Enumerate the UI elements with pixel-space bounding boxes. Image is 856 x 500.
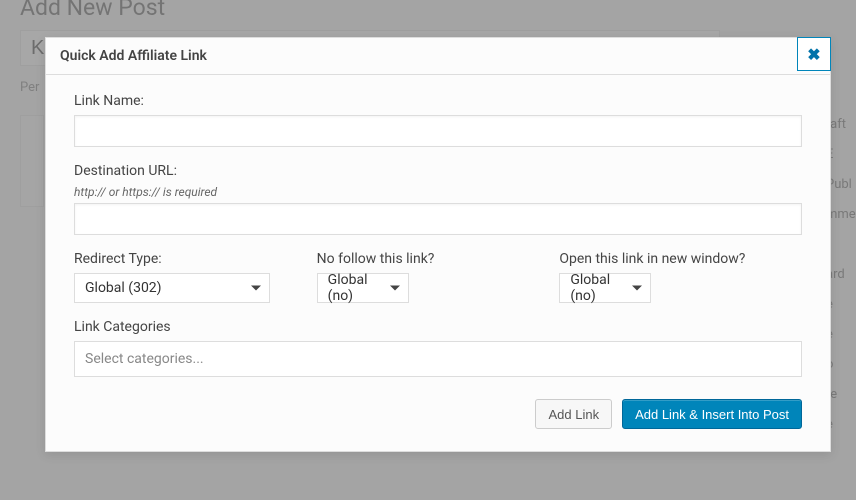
modal-title: Quick Add Affiliate Link [60, 48, 207, 64]
modal-header: Quick Add Affiliate Link ✖ [46, 38, 830, 75]
modal-footer: Add Link Add Link & Insert Into Post [74, 399, 802, 429]
destination-url-hint: http:// or https:// is required [74, 185, 802, 199]
redirect-type-label: Redirect Type: [74, 251, 317, 267]
no-follow-value: Global (no) [328, 272, 380, 304]
new-window-value: Global (no) [570, 272, 622, 304]
link-categories-placeholder: Select categories... [85, 351, 204, 367]
destination-url-input[interactable] [74, 203, 802, 235]
quick-add-affiliate-link-modal: Quick Add Affiliate Link ✖ Link Name: De… [45, 37, 831, 452]
no-follow-select[interactable]: Global (no) [317, 273, 409, 303]
add-link-button[interactable]: Add Link [535, 399, 612, 429]
no-follow-label: No follow this link? [317, 251, 560, 267]
chevron-down-icon [390, 286, 400, 291]
redirect-type-select[interactable]: Global (302) [74, 273, 270, 303]
new-window-select[interactable]: Global (no) [559, 273, 651, 303]
new-window-label: Open this link in new window? [559, 251, 802, 267]
chevron-down-icon [251, 286, 261, 291]
redirect-type-value: Global (302) [85, 280, 162, 296]
link-name-input[interactable] [74, 115, 802, 147]
modal-body: Link Name: Destination URL: http:// or h… [46, 75, 830, 451]
close-button[interactable]: ✖ [797, 37, 831, 71]
link-categories-label: Link Categories [74, 319, 802, 335]
link-categories-input[interactable]: Select categories... [74, 341, 802, 377]
destination-url-label: Destination URL: [74, 163, 802, 179]
link-name-label: Link Name: [74, 93, 802, 109]
chevron-down-icon [632, 286, 642, 291]
close-icon: ✖ [807, 45, 820, 64]
add-link-insert-button[interactable]: Add Link & Insert Into Post [622, 399, 802, 429]
